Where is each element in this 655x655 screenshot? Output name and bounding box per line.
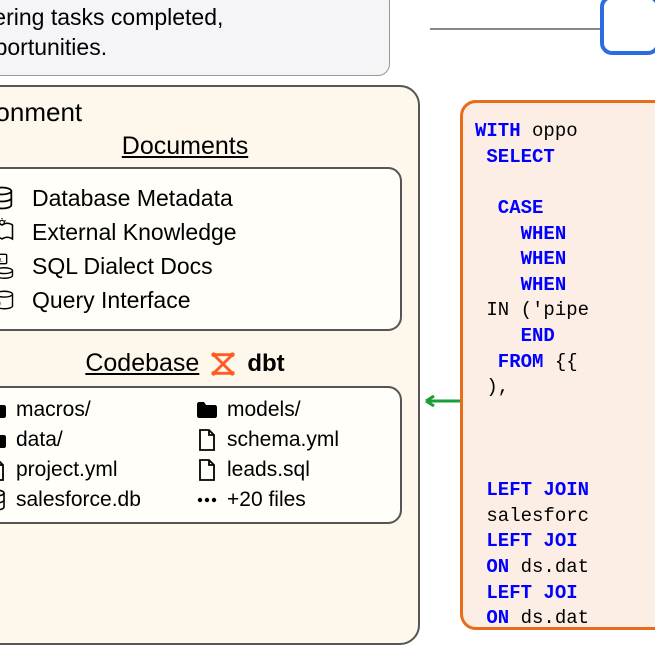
doc-row-external-knowledge: External Knowledge: [0, 217, 386, 247]
sql-txt: ('pipe: [509, 299, 589, 321]
sql-kw: CASE: [475, 197, 543, 219]
file-models: models/: [195, 398, 386, 422]
sql-kw: WHEN: [475, 223, 566, 245]
doc-label: SQL Dialect Docs: [32, 253, 213, 280]
sql-txt: ds.dat: [509, 607, 589, 629]
file-icon: [195, 428, 219, 452]
sql-kw: IN: [475, 299, 509, 321]
file-label: macros/: [16, 398, 91, 422]
connector-line: [430, 28, 600, 98]
environment-panel: vironment Documents Database Metadata Ex…: [0, 85, 420, 645]
file-label: +20 files: [227, 488, 306, 512]
file-icon: [195, 458, 219, 482]
database-icon: [0, 488, 8, 512]
sql-kw: WHEN: [475, 248, 566, 270]
folder-icon: [195, 398, 219, 422]
task-line1: overing tasks completed,: [0, 4, 223, 30]
sql-kw: ON: [475, 556, 509, 578]
database-icon: [0, 183, 20, 213]
doc-label: Database Metadata: [32, 185, 233, 212]
sql-kw: WHEN: [475, 274, 566, 296]
doc-row-database-metadata: Database Metadata: [0, 183, 386, 213]
book-lightbulb-icon: [0, 217, 20, 247]
file-more: +20 files: [195, 488, 386, 512]
sql-txt: ds.dat: [509, 556, 589, 578]
sql-kw: WITH: [475, 120, 521, 142]
file-schema: schema.yml: [195, 428, 386, 452]
file-label: project.yml: [16, 458, 118, 482]
documents-box: Database Metadata External Knowledge SQL…: [0, 167, 402, 331]
sql-txt: {{: [543, 351, 577, 373]
file-icon: [0, 458, 8, 482]
file-macros: macros/: [0, 398, 175, 422]
sql-txt: ),: [475, 376, 509, 398]
doc-row-sql-dialect: SQL SQL Dialect Docs: [0, 251, 386, 281]
file-label: salesforce.db: [16, 488, 141, 512]
dbt-icon: [209, 350, 237, 378]
sql-txt: salesforc: [475, 505, 589, 527]
doc-label: Query Interface: [32, 287, 191, 314]
sql-txt: oppo: [521, 120, 578, 142]
codebase-box: macros/ models/ data/ schema.yml project…: [0, 386, 402, 524]
environment-title: vironment: [0, 97, 402, 128]
sql-kw: ON: [475, 607, 509, 629]
file-label: data/: [16, 428, 63, 452]
file-leads: leads.sql: [195, 458, 386, 482]
sql-kw: FROM: [475, 351, 543, 373]
sql-kw: SELECT: [475, 146, 555, 168]
documents-title: Documents: [0, 132, 402, 161]
file-project: project.yml: [0, 458, 175, 482]
sql-code-panel: WITH oppo SELECT CASE WHEN WHEN WHEN IN …: [460, 100, 655, 630]
folder-icon: [0, 398, 8, 422]
file-label: leads.sql: [227, 458, 310, 482]
sql-kw: LEFT JOI: [475, 582, 578, 604]
sql-stack-icon: SQL: [0, 251, 20, 281]
agent-box: [600, 0, 655, 55]
file-data: data/: [0, 428, 175, 452]
sql-kw: LEFT JOI: [475, 530, 578, 552]
codebase-header: Codebase dbt: [0, 349, 402, 378]
doc-label: External Knowledge: [32, 219, 237, 246]
file-label: models/: [227, 398, 301, 422]
svg-text:SQL: SQL: [0, 256, 4, 263]
doc-row-query-interface: Query Interface: [0, 285, 386, 315]
dbt-label: dbt: [247, 350, 284, 378]
sql-kw: LEFT JOIN: [475, 479, 589, 501]
task-description: overing tasks completed, opportunities.: [0, 0, 390, 76]
task-line2: opportunities.: [0, 34, 107, 60]
file-label: schema.yml: [227, 428, 339, 452]
codebase-title: Codebase: [85, 349, 199, 378]
folder-icon: [0, 428, 8, 452]
sql-kw: END: [475, 325, 555, 347]
dots-icon: [195, 488, 219, 512]
magnify-db-icon: [0, 285, 20, 315]
file-salesforce: salesforce.db: [0, 488, 175, 512]
